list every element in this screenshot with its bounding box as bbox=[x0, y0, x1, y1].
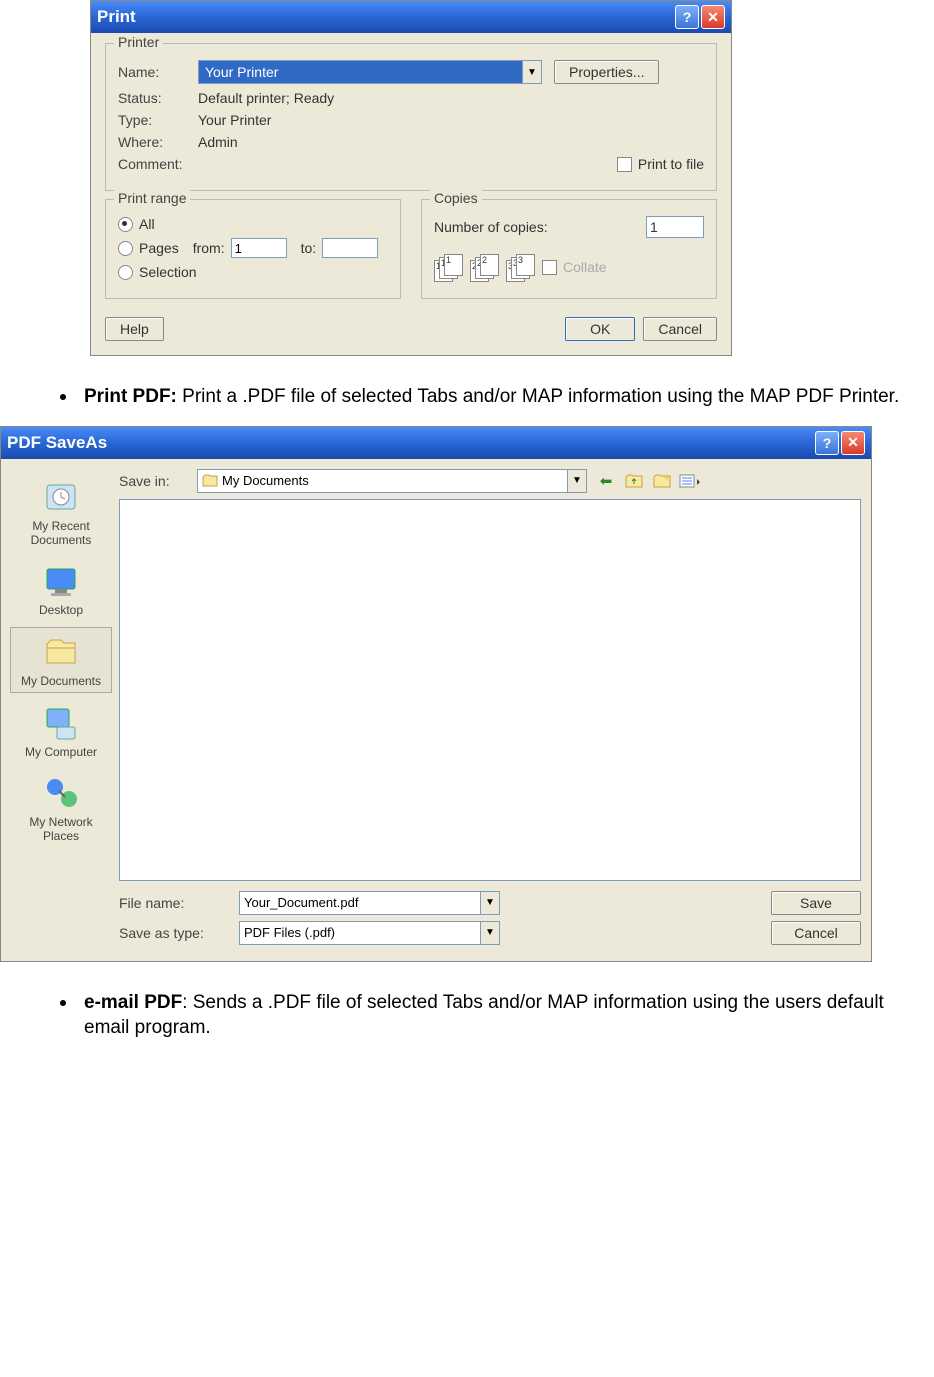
bullet2-bold: e-mail PDF bbox=[84, 992, 182, 1013]
copies-label: Number of copies: bbox=[434, 219, 548, 235]
desktop-icon bbox=[40, 561, 82, 601]
close-icon[interactable]: ✕ bbox=[841, 431, 865, 455]
bullet1-bold: Print PDF: bbox=[84, 386, 177, 407]
printer-group: Printer Name: Your Printer ▼ Properties.… bbox=[105, 43, 717, 191]
bullet-icon bbox=[60, 1000, 66, 1006]
place-computer[interactable]: My Computer bbox=[11, 699, 111, 763]
copies-legend: Copies bbox=[430, 190, 482, 206]
save-in-label: Save in: bbox=[119, 473, 189, 489]
range-selection-label: Selection bbox=[139, 264, 197, 280]
close-icon[interactable]: ✕ bbox=[701, 5, 725, 29]
range-selection-radio[interactable] bbox=[118, 265, 133, 280]
save-in-combo[interactable]: My Documents ▼ bbox=[197, 469, 587, 493]
place-desktop[interactable]: Desktop bbox=[11, 557, 111, 621]
help-icon[interactable]: ? bbox=[675, 5, 699, 29]
status-value: Default printer; Ready bbox=[198, 90, 334, 106]
chevron-down-icon[interactable]: ▼ bbox=[480, 892, 499, 914]
type-value: Your Printer bbox=[198, 112, 271, 128]
save-type-combo[interactable]: PDF Files (.pdf) ▼ bbox=[239, 921, 500, 945]
views-icon[interactable] bbox=[679, 471, 701, 491]
back-icon[interactable]: ⬅ bbox=[595, 471, 617, 491]
dialog-title: PDF SaveAs bbox=[7, 433, 107, 453]
cancel-button[interactable]: Cancel bbox=[771, 921, 861, 945]
print-to-file-label: Print to file bbox=[638, 156, 704, 172]
titlebar: Print ? ✕ bbox=[91, 1, 731, 33]
new-folder-icon[interactable] bbox=[651, 471, 673, 491]
range-pages-label: Pages bbox=[139, 240, 179, 256]
filename-label: File name: bbox=[119, 895, 229, 911]
where-label: Where: bbox=[118, 134, 198, 150]
chevron-down-icon[interactable]: ▼ bbox=[522, 61, 541, 83]
copies-group: Copies Number of copies: 1 111 222 333 C… bbox=[421, 199, 717, 299]
name-label: Name: bbox=[118, 64, 198, 80]
cancel-button[interactable]: Cancel bbox=[643, 317, 717, 341]
documents-icon bbox=[40, 632, 82, 672]
printer-name-combo[interactable]: Your Printer ▼ bbox=[198, 60, 542, 84]
printer-legend: Printer bbox=[114, 34, 163, 50]
help-button[interactable]: Help bbox=[105, 317, 164, 341]
bullet-email-pdf: e-mail PDF: Sends a .PDF file of selecte… bbox=[0, 982, 934, 1057]
bullet2-text: : Sends a .PDF file of selected Tabs and… bbox=[84, 992, 884, 1039]
range-legend: Print range bbox=[114, 190, 190, 206]
dialog-title: Print bbox=[97, 7, 136, 27]
bullet1-text: Print a .PDF file of selected Tabs and/o… bbox=[177, 386, 899, 407]
where-value: Admin bbox=[198, 134, 238, 150]
properties-button[interactable]: Properties... bbox=[554, 60, 659, 84]
place-network[interactable]: My Network Places bbox=[11, 769, 111, 847]
recent-documents-icon bbox=[40, 477, 82, 517]
bullet-print-pdf: Print PDF: Print a .PDF file of selected… bbox=[0, 376, 934, 426]
chevron-down-icon[interactable]: ▼ bbox=[480, 922, 499, 944]
from-input[interactable] bbox=[231, 238, 287, 258]
filename-input[interactable]: Your_Document.pdf ▼ bbox=[239, 891, 500, 915]
collate-label: Collate bbox=[563, 259, 607, 275]
from-label: from: bbox=[193, 240, 225, 256]
place-recent[interactable]: My Recent Documents bbox=[11, 473, 111, 551]
pdf-saveas-dialog: PDF SaveAs ? ✕ My Recent Documents Deskt… bbox=[0, 426, 872, 962]
range-pages-radio[interactable] bbox=[118, 241, 133, 256]
save-type-label: Save as type: bbox=[119, 925, 229, 941]
print-to-file-checkbox[interactable] bbox=[617, 157, 632, 172]
computer-icon bbox=[40, 703, 82, 743]
titlebar: PDF SaveAs ? ✕ bbox=[1, 427, 871, 459]
place-documents[interactable]: My Documents bbox=[10, 627, 112, 693]
copies-spinner[interactable]: 1 bbox=[646, 216, 704, 238]
print-range-group: Print range All Pages from: to: Selectio… bbox=[105, 199, 401, 299]
places-bar: My Recent Documents Desktop My Documents… bbox=[11, 469, 111, 951]
status-label: Status: bbox=[118, 90, 198, 106]
collate-preview: 111 222 333 bbox=[434, 254, 532, 280]
comment-label: Comment: bbox=[118, 156, 198, 172]
save-button[interactable]: Save bbox=[771, 891, 861, 915]
ok-button[interactable]: OK bbox=[565, 317, 635, 341]
collate-checkbox[interactable] bbox=[542, 260, 557, 275]
file-list-area[interactable] bbox=[119, 499, 861, 881]
bullet-icon bbox=[60, 394, 66, 400]
range-all-radio[interactable] bbox=[118, 217, 133, 232]
help-icon[interactable]: ? bbox=[815, 431, 839, 455]
network-icon bbox=[40, 773, 82, 813]
print-dialog: Print ? ✕ Printer Name: Your Printer ▼ P… bbox=[90, 0, 732, 356]
to-input[interactable] bbox=[322, 238, 378, 258]
range-all-label: All bbox=[139, 216, 155, 232]
up-folder-icon[interactable] bbox=[623, 471, 645, 491]
type-label: Type: bbox=[118, 112, 198, 128]
to-label: to: bbox=[301, 240, 317, 256]
folder-icon bbox=[202, 474, 218, 488]
chevron-down-icon[interactable]: ▼ bbox=[567, 470, 586, 492]
